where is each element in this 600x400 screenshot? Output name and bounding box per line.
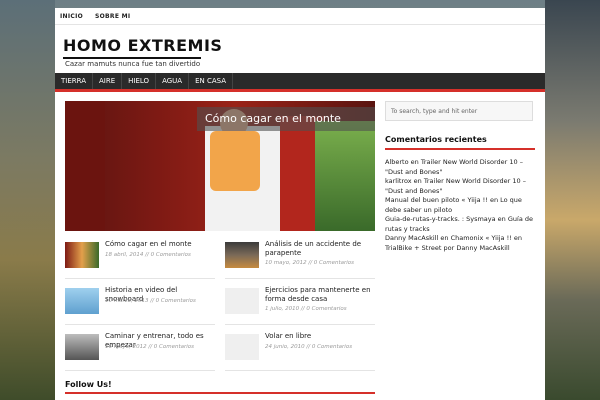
post-divider [65, 278, 215, 279]
post-title[interactable]: Análisis de un accidente de parapente [265, 240, 377, 258]
post-meta: 16 mayo, 2012 // 0 Comentarios [105, 344, 195, 350]
post-thumbnail[interactable] [225, 288, 259, 314]
post-divider [65, 324, 215, 325]
nav-hielo[interactable]: HIELO [122, 73, 157, 89]
featured-image-trees [315, 121, 375, 231]
search-input[interactable]: To search, type and hit enter [385, 101, 533, 121]
nav-agua[interactable]: AGUA [156, 73, 190, 89]
main-navigation: TIERRA AIRE HIELO AGUA EN CASA [55, 73, 545, 92]
comment-item[interactable]: Guia-de-rutas-y-tracks. : Sysmaya en Guí… [385, 215, 535, 234]
recent-comments-title: Comentarios recientes [385, 135, 487, 144]
post-thumbnail[interactable] [225, 334, 259, 360]
post-item[interactable]: Análisis de un accidente de parapente 10… [225, 240, 375, 270]
site-branding: HOMO EXTREMIS Cazar mamuts nunca fue tan… [63, 36, 222, 68]
nav-tierra[interactable]: TIERRA [55, 73, 93, 89]
post-thumbnail[interactable] [65, 242, 99, 268]
featured-image-person [210, 131, 260, 191]
post-item[interactable]: Historia en video del snowboard 10 marzo… [65, 286, 215, 316]
post-item[interactable]: Caminar y entrenar, todo es empezar 16 m… [65, 332, 215, 362]
post-meta: 10 mayo, 2012 // 0 Comentarios [265, 260, 355, 266]
post-divider [225, 278, 375, 279]
post-meta: 10 marzo, 2013 // 0 Comentarios [105, 298, 196, 304]
post-meta: 18 abril, 2014 // 0 Comentarios [105, 252, 191, 258]
comment-item[interactable]: karlitrox en Trailer New World Disorder … [385, 177, 535, 196]
post-thumbnail[interactable] [65, 334, 99, 360]
post-item[interactable]: Ejercicios para mantenerte en forma desd… [225, 286, 375, 316]
nav-aire[interactable]: AIRE [93, 73, 123, 89]
post-title[interactable]: Cómo cagar en el monte [105, 240, 217, 249]
site-title[interactable]: HOMO EXTREMIS [63, 36, 222, 55]
recent-comments-underline [385, 148, 535, 150]
title-underline [63, 57, 201, 59]
post-divider [65, 370, 215, 371]
comment-item[interactable]: Manual del buen piloto « Yiija !! en Lo … [385, 196, 535, 215]
post-meta: 24 junio, 2010 // 0 Comentarios [265, 344, 353, 350]
comment-item[interactable]: Alberto en Trailer New World Disorder 10… [385, 158, 535, 177]
featured-title[interactable]: Cómo cagar en el monte [197, 107, 375, 131]
background-left [0, 0, 55, 400]
nav-en-casa[interactable]: EN CASA [189, 73, 234, 89]
post-item[interactable]: Cómo cagar en el monte 18 abril, 2014 //… [65, 240, 215, 270]
post-item[interactable]: Volar en libre 24 junio, 2010 // 0 Comen… [225, 332, 375, 362]
sidebar: To search, type and hit enter Comentario… [385, 101, 535, 253]
post-title[interactable]: Volar en libre [265, 332, 377, 341]
post-thumbnail[interactable] [65, 288, 99, 314]
follow-heading: Follow Us! [65, 380, 112, 389]
post-thumbnail[interactable] [225, 242, 259, 268]
featured-image-door [65, 101, 105, 231]
site-tagline: Cazar mamuts nunca fue tan divertido [65, 60, 201, 68]
post-divider [225, 324, 375, 325]
featured-post[interactable]: Cómo cagar en el monte [65, 101, 375, 231]
post-divider [225, 370, 375, 371]
background-right [545, 0, 600, 400]
page: INICIO SOBRE MI HOMO EXTREMIS Cazar mamu… [55, 8, 545, 400]
top-link-sobre-mi[interactable]: SOBRE MI [95, 13, 130, 20]
post-meta: 1 julio, 2010 // 0 Comentarios [265, 306, 347, 312]
follow-underline [65, 392, 375, 394]
post-title[interactable]: Ejercicios para mantenerte en forma desd… [265, 286, 377, 304]
top-menu: INICIO SOBRE MI [55, 8, 545, 25]
top-link-inicio[interactable]: INICIO [60, 13, 83, 20]
comment-item[interactable]: Danny MacAskill en Chamonix « Yiija !! e… [385, 234, 535, 253]
recent-comments-list: Alberto en Trailer New World Disorder 10… [385, 158, 535, 253]
